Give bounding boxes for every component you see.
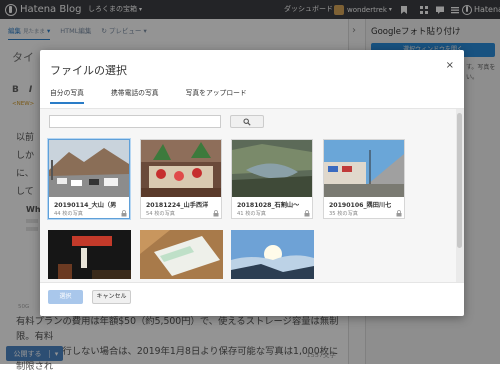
album-name: 20190114_大山（男… bbox=[54, 202, 116, 209]
tab-phone-photos[interactable]: 携帯電話の写真 bbox=[111, 87, 159, 104]
album-thumbnail[interactable] bbox=[48, 230, 131, 279]
album-count: 54 枚の写真 bbox=[146, 211, 175, 217]
search-button[interactable] bbox=[230, 115, 264, 128]
scrollbar-thumb[interactable] bbox=[457, 113, 462, 248]
search-icon bbox=[243, 117, 251, 126]
lock-icon bbox=[213, 210, 219, 217]
tab-my-photos[interactable]: 自分の写真 bbox=[50, 87, 84, 104]
album-card[interactable]: 20190114_大山（男… 44 枚の写真 bbox=[48, 139, 130, 219]
album-name: 20181028_石割山～… bbox=[237, 202, 299, 209]
album-thumbnail bbox=[232, 140, 312, 197]
album-count: 44 枚の写真 bbox=[54, 211, 83, 217]
divider bbox=[40, 282, 464, 283]
album-count: 35 枚の写真 bbox=[329, 211, 358, 217]
album-thumbnail[interactable] bbox=[231, 230, 314, 279]
album-count: 41 枚の写真 bbox=[237, 211, 266, 217]
close-icon[interactable]: × bbox=[446, 60, 454, 71]
file-picker-dialog: ファイルの選択 × 自分の写真 携帯電話の写真 写真をアップロード 201901… bbox=[40, 50, 464, 316]
album-name: 20190106_隅田川七… bbox=[329, 202, 391, 209]
picker-tabs: 自分の写真 携帯電話の写真 写真をアップロード bbox=[50, 87, 274, 104]
lock-icon bbox=[304, 210, 310, 217]
album-card[interactable]: 20190106_隅田川七… 35 枚の写真 bbox=[323, 139, 405, 219]
dialog-title: ファイルの選択 bbox=[50, 64, 127, 77]
album-scroll-area[interactable]: 20190114_大山（男… 44 枚の写真 20181224_山手西洋… 54… bbox=[40, 109, 464, 282]
tab-upload[interactable]: 写真をアップロード bbox=[186, 87, 247, 104]
album-card[interactable]: 20181224_山手西洋… 54 枚の写真 bbox=[140, 139, 222, 219]
select-button[interactable]: 選択 bbox=[48, 290, 83, 304]
album-thumbnail[interactable] bbox=[140, 230, 223, 279]
album-name: 20181224_山手西洋… bbox=[146, 202, 208, 209]
album-thumbnail bbox=[324, 140, 404, 197]
album-card[interactable]: 20181028_石割山～… 41 枚の写真 bbox=[231, 139, 313, 219]
cancel-button[interactable]: キャンセル bbox=[92, 290, 131, 304]
lock-icon bbox=[396, 210, 402, 217]
search-input[interactable] bbox=[49, 115, 221, 128]
album-thumbnail bbox=[49, 140, 129, 197]
album-thumbnail bbox=[141, 140, 221, 197]
lock-icon bbox=[121, 210, 127, 217]
